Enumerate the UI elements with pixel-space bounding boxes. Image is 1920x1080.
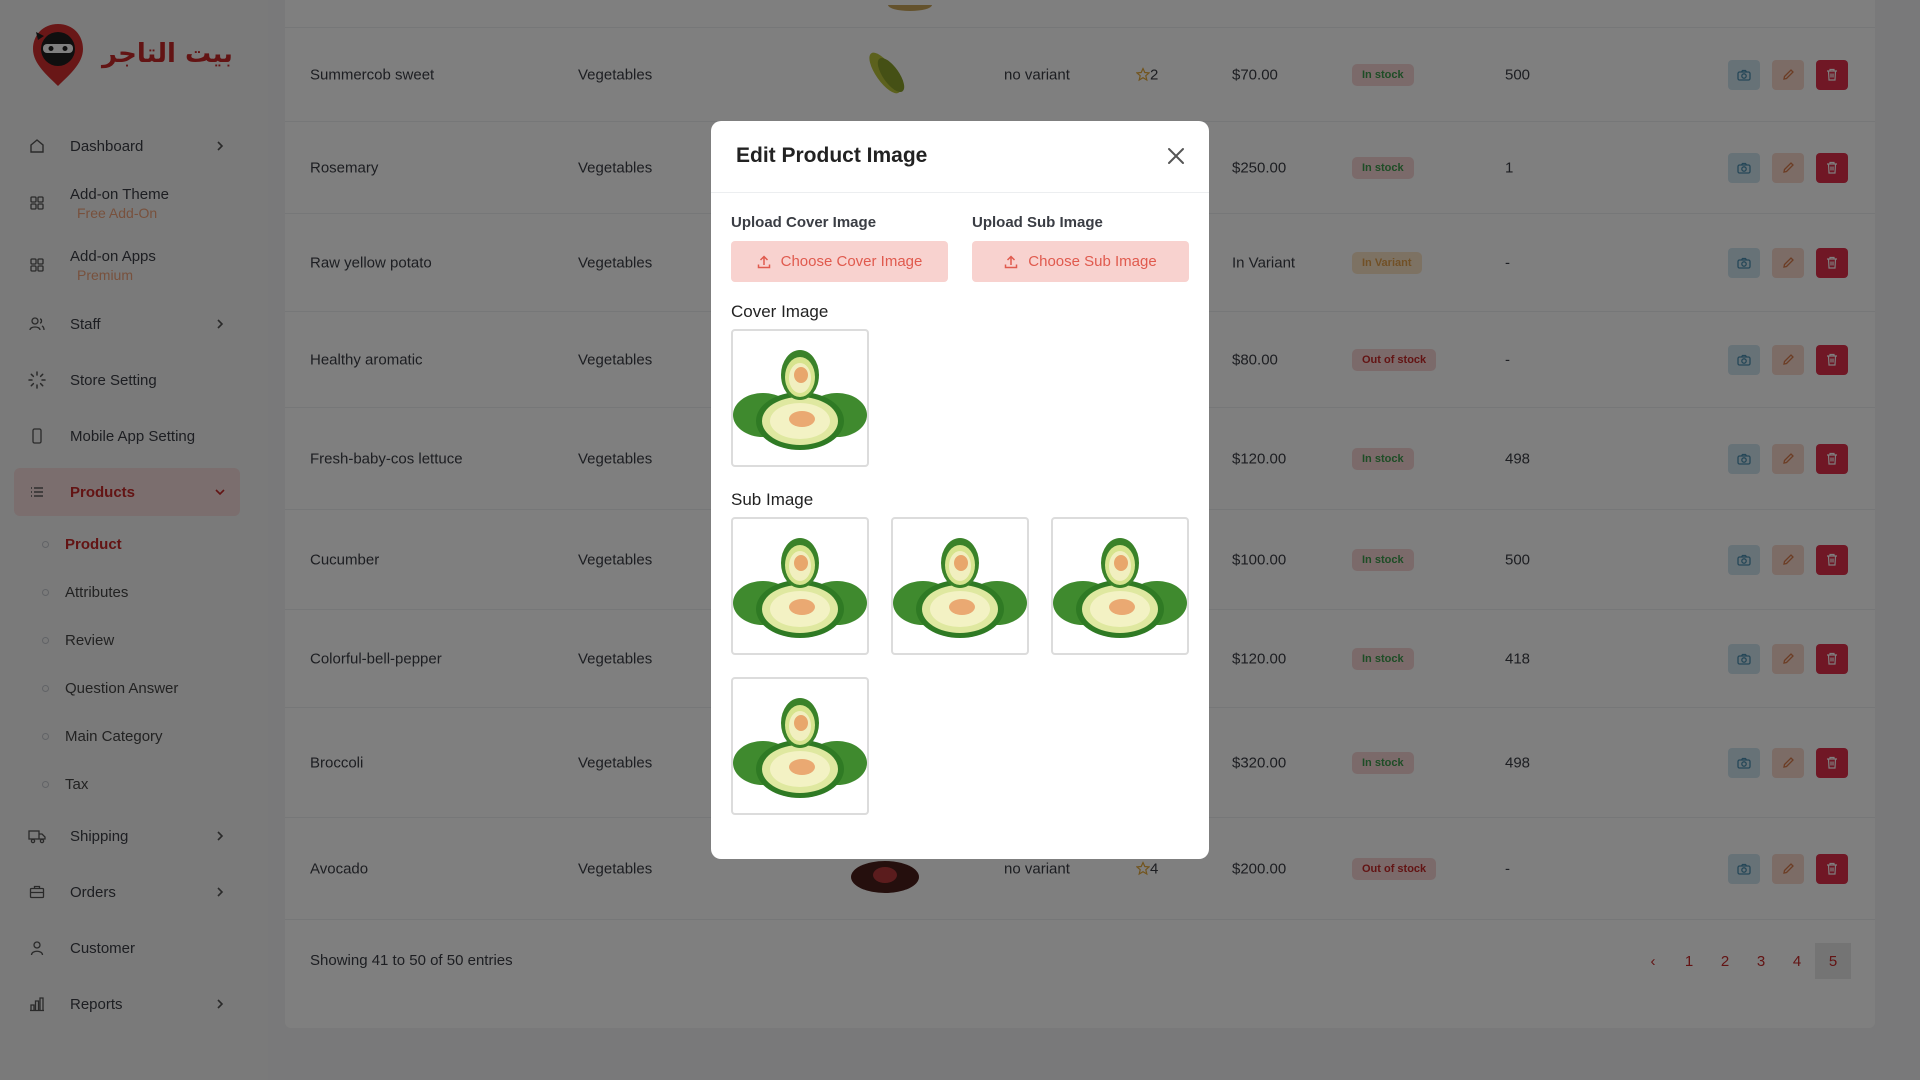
- sub-image-heading: Sub Image: [731, 490, 814, 509]
- avocado-image: [733, 350, 867, 450]
- choose-sub-image-button[interactable]: Choose Sub Image: [972, 241, 1189, 282]
- avocado-image: [733, 538, 867, 638]
- upload-sub-label: Upload Sub Image: [972, 214, 1103, 231]
- button-label: Choose Cover Image: [780, 253, 923, 270]
- choose-cover-image-button[interactable]: Choose Cover Image: [731, 241, 948, 282]
- button-label: Choose Sub Image: [1028, 253, 1157, 270]
- upload-cover-label: Upload Cover Image: [731, 214, 877, 231]
- modal-title: Edit Product Image: [736, 144, 928, 167]
- sub-image-preview[interactable]: [731, 517, 869, 655]
- modal-header: Edit Product Image: [711, 121, 1209, 193]
- avocado-image: [893, 538, 1027, 638]
- edit-product-image-modal: Edit Product Image Upload Cover Image Ch…: [711, 121, 1209, 859]
- cover-image-heading: Cover Image: [731, 302, 829, 321]
- close-icon[interactable]: [1165, 145, 1187, 167]
- avocado-image: [733, 698, 867, 798]
- cover-image-preview[interactable]: [731, 329, 869, 467]
- sub-image-preview[interactable]: [1051, 517, 1189, 655]
- sub-image-preview[interactable]: [891, 517, 1029, 655]
- upload-icon: [757, 254, 770, 268]
- sub-image-preview[interactable]: [731, 677, 869, 815]
- avocado-image: [1053, 538, 1187, 638]
- upload-icon: [1005, 254, 1018, 268]
